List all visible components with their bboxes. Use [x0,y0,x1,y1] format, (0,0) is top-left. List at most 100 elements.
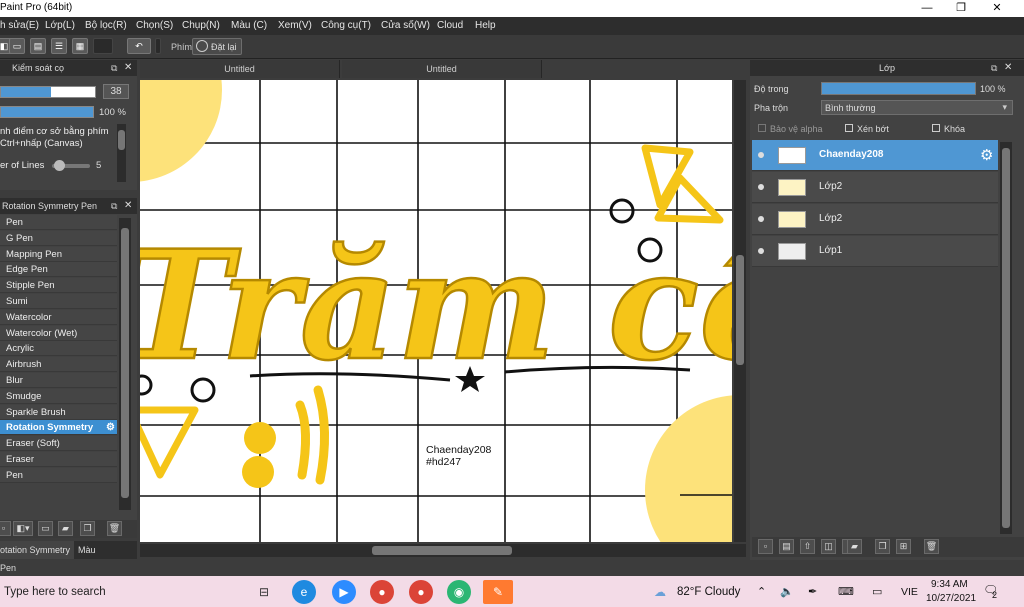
canvas-tab-1[interactable]: Untitled [140,60,340,78]
menu-window[interactable]: Cửa số(W) [381,20,430,31]
weather-text[interactable]: 82°F Cloudy [677,586,740,598]
reset-button[interactable]: Đặt lại [192,38,242,55]
brush-item[interactable]: G Pen [0,230,117,246]
chrome-icon-2[interactable]: ● [409,580,433,604]
chat-icon[interactable]: ▭ [9,38,25,54]
trash-icon[interactable]: 🗑 [107,521,122,536]
app-icon[interactable]: ◉ [447,580,471,604]
layer-row[interactable]: Lớp1 [752,236,998,267]
layer-row[interactable]: Lớp2 [752,204,998,235]
opacity-slider[interactable] [0,106,94,118]
layer-scrollbar[interactable] [1000,142,1012,534]
paint-app-icon[interactable]: ✎ [483,580,513,604]
layer-opacity-slider[interactable] [821,82,976,95]
pen-icon[interactable]: ✒ [808,585,817,598]
layer-scroll-thumb[interactable] [1002,148,1010,528]
eye-icon[interactable] [758,216,764,222]
grid-icon[interactable]: ▦ [72,38,88,54]
chrome-icon-1[interactable]: ● [370,580,394,604]
menu-color[interactable]: Màu (C) [231,20,267,31]
clock-date[interactable]: 10/27/2021 [926,593,976,604]
brush-item[interactable]: Rotation Symmetry ⚙ [0,420,117,436]
new-vector-layer-icon[interactable]: ▤ [779,539,794,554]
edge-icon[interactable]: e [292,580,316,604]
gear-icon[interactable]: ⚙ [106,420,115,434]
layer-mask-icon[interactable]: ◫ [821,539,836,554]
brush-item[interactable]: Watercolor [0,309,117,325]
close-button[interactable]: ✕ [980,0,1014,17]
restore-button[interactable]: ❐ [944,0,978,17]
menu-cloud[interactable]: Cloud [437,20,463,31]
gear-icon[interactable]: ⚙ [980,146,993,164]
lines-slider-handle[interactable] [54,160,65,171]
menu-select[interactable]: Chọn(S) [136,20,173,31]
property-scroll-thumb[interactable] [118,130,125,150]
copy-icon[interactable]: ▭ [38,521,53,536]
layer-row[interactable]: Chaenday208 ⚙ [752,140,998,171]
brush-item[interactable]: Eraser [0,452,117,467]
brush-size-value[interactable]: 38 [103,84,129,99]
canvas-tab-2[interactable]: Untitled [342,60,542,78]
canvas-h-thumb[interactable] [372,546,512,555]
brush-item[interactable]: Edge Pen [0,262,117,278]
brush-item[interactable]: Pen [0,467,117,483]
brush-settings-icon[interactable]: ◧▾ [13,521,33,536]
brush-item[interactable]: Blur [0,373,117,388]
menu-layer[interactable]: Lớp(L) [45,20,75,31]
merge-icon[interactable]: ⊞ [896,539,911,554]
lock-checkbox[interactable] [932,124,940,132]
canvas-v-thumb[interactable] [736,255,744,365]
brush-item[interactable]: Airbrush [0,357,117,373]
popout-icon[interactable]: ⧉ [111,63,117,74]
popout-icon[interactable]: ⧉ [111,201,117,212]
brush-item[interactable]: Sparkle Brush [0,404,117,420]
menu-view[interactable]: Xem(V) [278,20,312,31]
close-panel-icon[interactable]: ✕ [124,62,132,73]
tab-color[interactable]: Màu [78,541,96,559]
brush-size-slider[interactable] [0,86,96,98]
brush-item[interactable]: Mapping Pen [0,246,117,262]
undo-icon[interactable]: ↶ [127,38,151,54]
lines-slider[interactable] [52,160,90,171]
menu-help[interactable]: Help [475,20,496,31]
brush-item[interactable]: Sumi [0,294,117,309]
chevron-up-icon[interactable]: ⌃ [757,585,766,598]
brush-item[interactable]: Eraser (Soft) [0,436,117,452]
close-panel-icon[interactable]: ✕ [1004,62,1012,73]
minimize-button[interactable]: — [910,0,944,17]
canvas-h-scrollbar[interactable] [140,544,746,557]
new-brush-icon[interactable]: ▫ [0,521,11,536]
layer-import-icon[interactable]: ⇧ [800,539,815,554]
eye-icon[interactable] [758,152,764,158]
trash-icon[interactable]: 🗑 [924,539,939,554]
folder-icon[interactable]: ▰ [58,521,73,536]
search-input[interactable]: Type here to search [4,586,106,598]
keyboard-icon[interactable]: ⌨ [838,585,854,598]
tab-rotation-symmetry[interactable]: otation Symmetry Pen [0,541,74,573]
popout-icon[interactable]: ⧉ [991,63,997,74]
duplicate-icon[interactable]: ❐ [80,521,95,536]
language-indicator[interactable]: VIE [901,586,918,598]
eye-icon[interactable] [758,248,764,254]
layer-row[interactable]: Lớp2 [752,172,998,203]
list-icon[interactable]: ☰ [51,38,67,54]
brush-scroll-thumb[interactable] [121,228,129,498]
canvas-v-scrollbar[interactable] [734,80,746,542]
menu-tools[interactable]: Công cụ(T) [321,20,371,31]
brush-scrollbar[interactable] [119,218,131,510]
blend-mode-select[interactable]: Bình thường ▾ [821,100,1013,115]
eye-icon[interactable] [758,184,764,190]
menu-filter[interactable]: Bộ lọc(R) [85,20,127,31]
clock-time[interactable]: 9:34 AM [931,579,968,590]
brush-item[interactable]: Pen [0,215,117,230]
duplicate-icon[interactable]: ❐ [875,539,890,554]
brush-item[interactable]: Stipple Pen [0,278,117,294]
folder-icon[interactable]: ▰ [847,539,862,554]
display-icon[interactable]: ▭ [872,585,882,598]
clipping-checkbox[interactable] [845,124,853,132]
new-layer-icon[interactable]: ▫ [758,539,773,554]
protect-alpha-checkbox[interactable] [758,124,766,132]
document-icon[interactable]: ▤ [30,38,46,54]
menu-capture[interactable]: Chụp(N) [182,20,220,31]
zoom-icon[interactable]: ▶ [332,580,356,604]
